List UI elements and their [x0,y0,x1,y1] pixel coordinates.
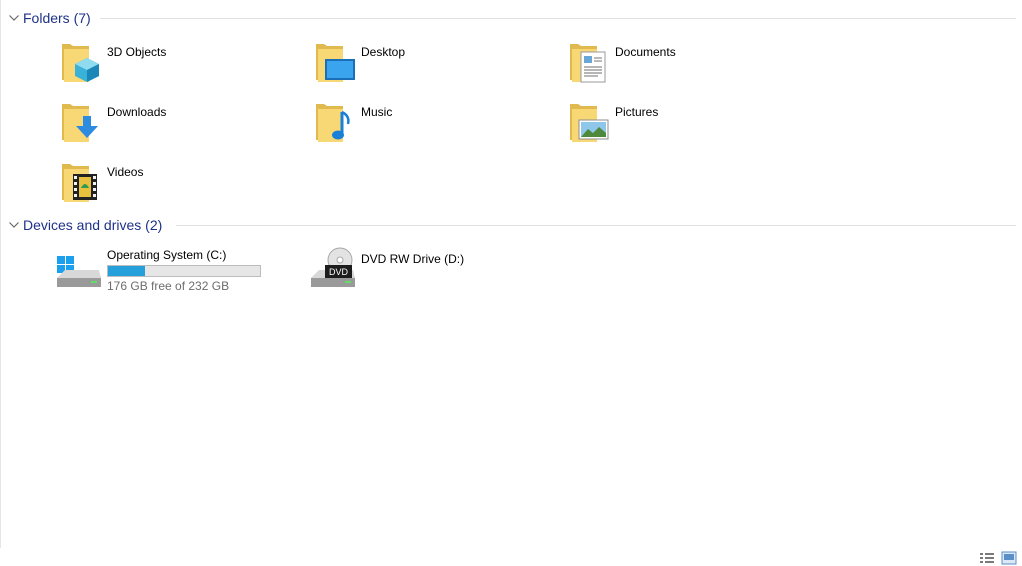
folder-label: 3D Objects [107,45,167,59]
folder-downloads[interactable]: Downloads [55,100,295,150]
documents-folder-icon [570,44,606,83]
folder-videos[interactable]: Videos [55,160,295,210]
group-divider [100,18,1016,19]
large-icons-view-icon[interactable] [1001,551,1017,565]
drive-free-space: 176 GB free of 232 GB [107,279,230,293]
folder-label: Pictures [615,105,659,119]
folder-label: Documents [615,45,676,59]
folder-pictures[interactable]: Pictures [563,100,803,150]
folder-label: Videos [107,165,144,179]
drive-label: Operating System (C:) [107,248,227,262]
devices-group-header[interactable]: Devices and drives (2) [8,215,162,235]
drive-usage-bar [107,265,261,277]
folders-group-header[interactable]: Folders (7) [8,8,91,28]
folder-desktop[interactable]: Desktop [309,40,549,90]
folder-documents[interactable]: Documents [563,40,803,90]
pane-left-border [0,0,1,548]
folder-label: Downloads [107,105,167,119]
folder-label: Desktop [361,45,406,59]
drive-usage-fill [108,266,145,276]
group-title: Devices and drives (2) [23,217,163,233]
drive-label: DVD RW Drive (D:) [361,252,465,266]
downloads-folder-icon [62,104,98,142]
3d-objects-folder-icon [62,44,99,82]
group-title: Folders (7) [23,10,91,26]
folder-label: Music [361,105,393,119]
dvd-drive-icon: DVD [311,247,355,287]
drive-c[interactable]: Operating System (C:) 176 GB free of 232… [55,244,295,294]
group-divider [176,225,1016,226]
dvd-badge: DVD [329,267,349,277]
details-view-icon[interactable] [979,551,995,565]
folder-3d-objects[interactable]: 3D Objects [55,40,295,90]
chevron-down-icon [9,15,19,21]
drive-d[interactable]: DVD DVD RW Drive (D:) [309,244,549,294]
music-folder-icon [316,104,350,142]
folder-music[interactable]: Music [309,100,549,150]
pictures-folder-icon [570,104,609,142]
desktop-folder-icon [316,44,355,82]
videos-folder-icon [62,164,97,202]
status-bar [0,548,1022,566]
chevron-down-icon [9,222,19,228]
windows-drive-icon [57,256,101,287]
